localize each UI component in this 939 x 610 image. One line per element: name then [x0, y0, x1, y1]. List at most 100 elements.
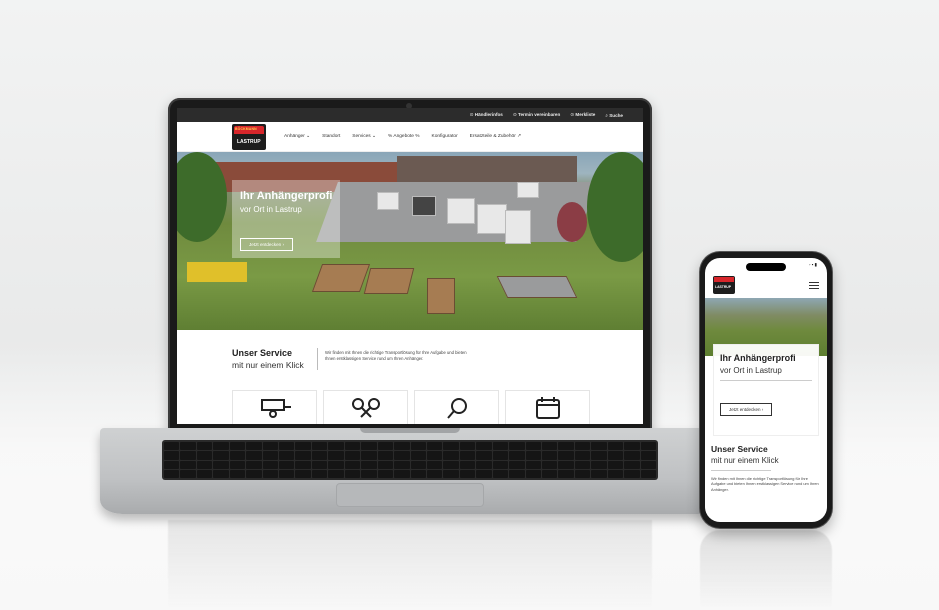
- keyboard-key: [410, 451, 426, 460]
- topbar-link-termin[interactable]: ⊙ Termin vereinbaren: [513, 112, 560, 118]
- keyboard-key: [213, 469, 229, 478]
- nav-item-services[interactable]: Services ⌄: [352, 134, 376, 139]
- keyboard-key: [492, 460, 509, 469]
- keyboard-key: [459, 469, 476, 478]
- phone-hero-cta-button[interactable]: Jetzt entdecken ›: [720, 403, 773, 416]
- topbar-link-merkliste[interactable]: ⊙ Merkliste: [570, 112, 595, 118]
- phone-service-description: Wir finden mit Ihnen die richtige Transp…: [711, 476, 819, 492]
- keyboard-key: [180, 442, 196, 451]
- keyboard-key: [541, 460, 558, 469]
- keyboard-key: [624, 469, 640, 478]
- keyboard-key: [196, 460, 213, 469]
- phone-hero-title: Ihr Anhängerprofi: [720, 353, 796, 363]
- keyboard-key: [476, 469, 492, 478]
- keyboard-key: [394, 460, 410, 469]
- phone-hero-subtitle: vor Ort in Lastrup: [720, 366, 782, 375]
- keyboard-key: [525, 442, 541, 451]
- brand-logo[interactable]: BÖCKMANN LASTRUP: [232, 123, 266, 150]
- keyboard-key: [262, 451, 279, 460]
- keyboard-key: [164, 469, 180, 478]
- keyboard-key: [262, 469, 279, 478]
- hamburger-menu-icon[interactable]: [809, 281, 819, 289]
- hero-cta-button[interactable]: Jetzt entdecken ›: [240, 238, 293, 251]
- keyboard-key: [394, 469, 410, 478]
- service-card-rental[interactable]: [414, 390, 499, 424]
- keyboard-key: [377, 460, 394, 469]
- keyboard-key: [377, 469, 394, 478]
- wrench-icon: [351, 398, 380, 418]
- keyboard-key: [246, 451, 262, 460]
- service-description: Wir finden mit Ihnen die richtige Transp…: [325, 350, 467, 361]
- laptop-screen: ⊙ Händlerinfos ⊙ Termin vereinbaren ⊙ Me…: [177, 108, 643, 424]
- keyboard-key: [509, 442, 525, 451]
- keyboard-key: [525, 469, 541, 478]
- keyboard-key: [541, 442, 558, 451]
- main-navigation: BÖCKMANN LASTRUP Anhänger ⌄ Standort Ser…: [177, 122, 643, 152]
- logo-name: LASTRUP: [715, 285, 732, 289]
- keyboard-key: [328, 469, 344, 478]
- keyboard-key: [624, 442, 640, 451]
- nav-item-konfigurator[interactable]: Konfigurator: [432, 134, 458, 139]
- keyboard-key: [295, 442, 311, 451]
- keyboard: [162, 440, 658, 480]
- trailer-icon: [260, 399, 291, 418]
- keyboard-key: [180, 469, 196, 478]
- keyboard-key: [607, 460, 624, 469]
- service-card-appointment[interactable]: [505, 390, 590, 424]
- keyboard-key: [640, 469, 656, 478]
- nav-item-angebote[interactable]: % Angebote %: [388, 134, 419, 139]
- keyboard-key: [624, 460, 640, 469]
- tree: [587, 152, 643, 262]
- keyboard-key: [591, 451, 607, 460]
- keyboard-key: [624, 451, 640, 460]
- keyboard-key: [492, 469, 509, 478]
- keyboard-key: [426, 451, 443, 460]
- keyboard-key: [311, 442, 328, 451]
- logo-roof: [714, 277, 734, 282]
- keyboard-key: [164, 442, 180, 451]
- topbar-link-haendlerinfos[interactable]: ⊙ Händlerinfos: [470, 112, 503, 118]
- trailer: [477, 204, 507, 234]
- phone-brand-logo[interactable]: LASTRUP: [713, 276, 735, 294]
- keyboard-key: [229, 469, 246, 478]
- hero-overlay: Ihr Anhängerprofi vor Ort in Lastrup Jet…: [232, 180, 340, 258]
- keyboard-key: [279, 451, 295, 460]
- divider: [317, 348, 318, 370]
- keyboard-key: [541, 451, 558, 460]
- keyboard-key: [311, 469, 328, 478]
- nav-item-anhaenger[interactable]: Anhänger ⌄: [284, 134, 310, 139]
- hero-title: Ihr Anhängerprofi: [240, 190, 333, 202]
- keyboard-key: [361, 451, 377, 460]
- flatbed-trailer: [427, 278, 455, 314]
- phone-service-title: Unser Service: [711, 444, 768, 454]
- keyboard-key: [328, 460, 344, 469]
- keyboard-key: [344, 460, 361, 469]
- service-card-repair[interactable]: [323, 390, 408, 424]
- top-utility-bar: ⊙ Händlerinfos ⊙ Termin vereinbaren ⊙ Me…: [177, 108, 643, 122]
- divider: [720, 380, 812, 381]
- keyboard-key: [361, 460, 377, 469]
- keyboard-key: [426, 460, 443, 469]
- keyboard-key: [607, 469, 624, 478]
- hero-image: Ihr Anhängerprofi vor Ort in Lastrup Jet…: [177, 152, 643, 330]
- keyboard-key: [443, 469, 459, 478]
- trailer: [505, 210, 531, 244]
- trailer: [377, 192, 399, 210]
- service-card-trailer[interactable]: [232, 390, 317, 424]
- keyboard-key: [262, 460, 279, 469]
- keyboard-key: [213, 451, 229, 460]
- nav-item-ersatzteile[interactable]: Ersatzteile & Zubehör ↗: [470, 134, 521, 139]
- keyboard-key: [180, 460, 196, 469]
- topbar-link-suche[interactable]: ⌕ Suche: [605, 113, 623, 118]
- keyboard-key: [394, 442, 410, 451]
- hero-subtitle: vor Ort in Lastrup: [240, 205, 302, 214]
- nav-item-standort[interactable]: Standort: [322, 134, 340, 139]
- keyboard-key: [574, 442, 591, 451]
- keyboard-key: [180, 451, 196, 460]
- keyboard-key: [459, 460, 476, 469]
- keyboard-key: [525, 451, 541, 460]
- keyboard-key: [344, 442, 361, 451]
- laptop-reflection: [168, 520, 652, 610]
- keyboard-key: [295, 469, 311, 478]
- trailer: [447, 198, 475, 224]
